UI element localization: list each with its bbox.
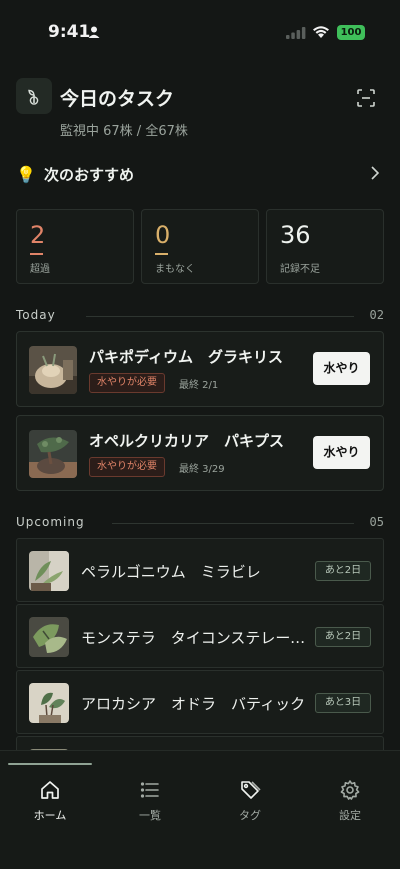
upcoming-card[interactable]: アロカシア オドラ バティック あと3日 [16,670,384,734]
tab-bar: ホーム 一覧 タグ 設定 [0,750,400,869]
monitor-summary: 監視中 67株 / 全67株 [60,124,188,139]
plant-name: アロカシア オドラ バティック [81,695,306,713]
water-button[interactable]: 水やり [313,352,370,385]
lightbulb-icon: 💡 [16,164,36,184]
tab-tags[interactable]: タグ [200,779,300,829]
active-tab-indicator [8,763,92,765]
tab-home[interactable]: ホーム [0,779,100,829]
home-icon [41,781,59,799]
plant-name: オペルクリカリア パキプス [89,432,285,450]
sprout-icon [28,89,39,105]
section-count: 05 [369,515,384,529]
wifi-icon [313,26,329,38]
section-count: 02 [369,308,384,322]
tab-label: タグ [239,809,261,822]
status-badge: 水やりが必要 [89,373,165,393]
task-card[interactable]: パキポディウム グラキリス 水やりが必要 最終 2/1 水やり [16,331,384,407]
chevron-right-icon [371,166,380,180]
divider [112,523,354,524]
tab-settings[interactable]: 設定 [300,779,400,829]
plant-thumbnail [29,346,77,394]
tab-label: 設定 [339,809,361,822]
person-icon [88,26,100,38]
due-badge: あと2日 [315,561,371,581]
plant-name: モンステラ タイコンステレーション [81,629,306,647]
stat-accent-line [155,253,168,255]
stat-card-soon[interactable]: 0 まもなく [141,209,259,284]
status-bar: 9:41 100 [0,0,400,60]
battery-indicator: 100 [337,25,365,40]
status-time: 9:41 [48,22,91,42]
upcoming-card[interactable]: モンステラ タイコンステレーション あと2日 [16,604,384,668]
plant-thumbnail [29,683,69,723]
task-card[interactable]: オペルクリカリア パキプス 水やりが必要 最終 3/29 水やり [16,415,384,491]
last-watered: 最終 3/29 [179,464,225,475]
stat-label: 超過 [30,264,50,275]
last-watered: 最終 2/1 [179,380,219,391]
tab-label: 一覧 [139,809,161,822]
due-badge: あと2日 [315,627,371,647]
stat-value: 36 [280,221,311,249]
section-title: Upcoming [16,515,93,529]
status-badge: 水やりが必要 [89,457,165,477]
recommendation-row[interactable]: 💡 次のおすすめ [16,158,384,190]
stat-label: 記録不足 [280,264,320,275]
plant-thumbnail [29,430,77,478]
tag-icon [241,781,261,799]
stat-value: 2 [30,221,46,249]
plant-name: ペラルゴニウム ミラビレ [81,563,261,581]
scan-button[interactable] [354,86,378,110]
water-button[interactable]: 水やり [313,436,370,469]
gear-icon [340,780,360,800]
section-header-today: Today 02 [16,308,384,324]
cellular-signal-icon [286,27,306,39]
plant-thumbnail [29,617,69,657]
stat-card-insufficient[interactable]: 36 記録不足 [266,209,384,284]
divider [86,316,354,317]
tab-label: ホーム [33,809,67,822]
stat-label: まもなく [155,264,195,275]
tab-list[interactable]: 一覧 [100,779,200,829]
stat-accent-line [30,253,43,255]
page-title: 今日のタスク [60,88,175,110]
app-logo [16,78,52,114]
recommendation-label: 次のおすすめ [44,165,135,184]
section-header-upcoming: Upcoming 05 [16,515,384,531]
stat-value: 0 [155,221,171,249]
due-badge: あと3日 [315,693,371,713]
plant-thumbnail [29,551,69,591]
scan-icon [357,89,375,107]
list-icon [140,782,159,798]
plant-name: パキポディウム グラキリス [89,348,283,366]
section-title: Today [16,308,64,322]
stat-card-overdue[interactable]: 2 超過 [16,209,134,284]
upcoming-card[interactable]: ペラルゴニウム ミラビレ あと2日 [16,538,384,602]
